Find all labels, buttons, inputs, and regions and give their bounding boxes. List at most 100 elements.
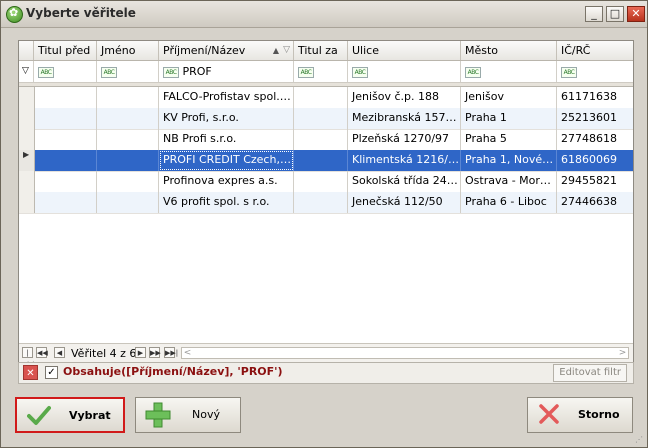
table-row[interactable]: NB Profi s.r.o. Plzeňská 1270/97 Praha 5 27… (19, 129, 633, 151)
cell-mesto[interactable]: Jenišov (461, 87, 557, 108)
filter-cell-titul-pred[interactable]: ABC (34, 61, 97, 82)
filter-cell-nazev[interactable]: ABC PROF (159, 61, 294, 82)
table-row[interactable]: KV Profi, s.r.o. Mezibranská 1579/4 Praha … (19, 108, 633, 130)
cell-titul_za[interactable] (294, 150, 348, 171)
table-row[interactable]: ▶ PROFI CREDIT Czech, ... Klimentská 1216/… (19, 150, 633, 172)
contains-operator-icon[interactable]: ABC (352, 66, 368, 78)
filter-cell-titul-za[interactable]: ABC (294, 61, 348, 82)
maximize-button[interactable]: □ (606, 6, 624, 22)
scroll-left-icon[interactable]: < (182, 348, 193, 358)
cell-nazev[interactable]: FALCO-Profistav spol. s... (159, 87, 294, 108)
column-header-nazev[interactable]: Příjmení/Název ▲ ▽ (159, 41, 294, 60)
column-filter-icon[interactable]: ▽ (283, 41, 290, 60)
contains-operator-icon[interactable]: ABC (101, 66, 117, 78)
row-indicator[interactable] (19, 87, 35, 108)
filter-cell-ulice[interactable]: ABC (348, 61, 461, 82)
resize-grip-icon[interactable]: ⋰ (635, 435, 645, 445)
cell-ic[interactable]: 27446638 (557, 192, 633, 213)
cell-ic[interactable]: 27748618 (557, 129, 633, 150)
cancel-button[interactable]: Storno (527, 397, 633, 433)
column-header-ulice[interactable]: Ulice (348, 41, 461, 60)
new-button[interactable]: Nový (135, 397, 241, 433)
cell-mesto[interactable]: Praha 1, Nové ... (461, 150, 557, 171)
cell-nazev[interactable]: NB Profi s.r.o. (159, 129, 294, 150)
column-header-titul-za[interactable]: Titul za (294, 41, 348, 60)
edit-filter-button[interactable]: Editovat filtr (553, 364, 627, 382)
cell-jmeno[interactable] (97, 108, 159, 129)
cell-nazev[interactable]: PROFI CREDIT Czech, ... (159, 150, 294, 171)
cell-mesto[interactable]: Praha 6 - Liboc (461, 192, 557, 213)
cell-mesto[interactable]: Praha 1 (461, 108, 557, 129)
table-row[interactable]: Profinova expres a.s. Sokolská třída 244/… (19, 171, 633, 193)
row-indicator[interactable]: ▶ (19, 150, 35, 171)
select-button[interactable]: Vybrat (15, 397, 125, 433)
next-record-icon[interactable]: ▶ (135, 347, 146, 358)
cell-titul_za[interactable] (294, 192, 348, 213)
cell-ic[interactable]: 61860069 (557, 150, 633, 171)
horizontal-scrollbar[interactable]: < > (181, 347, 629, 359)
sort-ascending-icon: ▲ (272, 46, 279, 55)
row-indicator[interactable] (19, 108, 35, 129)
filter-cell-mesto[interactable]: ABC (461, 61, 557, 82)
close-button[interactable]: ✕ (627, 6, 645, 22)
cell-titul_pred[interactable] (34, 129, 97, 150)
column-header-jmeno[interactable]: Jméno (97, 41, 159, 60)
filter-expression[interactable]: Obsahuje([Příjmení/Název], 'PROF') (63, 365, 283, 378)
column-header-mesto[interactable]: Město (461, 41, 557, 60)
last-record-icon[interactable]: ▶▶| (164, 347, 178, 358)
cell-titul_za[interactable] (294, 129, 348, 150)
filter-enabled-checkbox[interactable]: ✓ (45, 366, 58, 379)
first-record-icon[interactable]: |◀◀ (22, 347, 34, 368)
cell-nazev[interactable]: Profinova expres a.s. (159, 171, 294, 192)
cell-nazev[interactable]: V6 profit spol. s r.o. (159, 192, 294, 213)
cell-ulice[interactable]: Mezibranská 1579/4 (348, 108, 461, 129)
cell-ulice[interactable]: Jenišov č.p. 188 (348, 87, 461, 108)
cell-titul_za[interactable] (294, 108, 348, 129)
title-bar[interactable]: Vyberte věřitele _ □ ✕ (1, 1, 647, 28)
contains-operator-icon[interactable]: ABC (38, 66, 54, 78)
cell-ic[interactable]: 61171638 (557, 87, 633, 108)
scroll-right-icon[interactable]: > (617, 348, 628, 358)
table-row[interactable]: FALCO-Profistav spol. s... Jenišov č.p. 1… (19, 87, 633, 109)
previous-record-icon[interactable]: ◀ (54, 347, 65, 358)
cell-jmeno[interactable] (97, 192, 159, 213)
row-indicator[interactable] (19, 171, 35, 192)
cell-titul_pred[interactable] (34, 192, 97, 213)
contains-operator-icon[interactable]: ABC (561, 66, 577, 78)
column-header-titul-pred[interactable]: Titul před (34, 41, 97, 60)
cell-jmeno[interactable] (97, 129, 159, 150)
row-indicator[interactable] (19, 192, 35, 213)
cell-jmeno[interactable] (97, 87, 159, 108)
cell-ulice[interactable]: Sokolská třída 244/27 (348, 171, 461, 192)
contains-operator-icon[interactable]: ABC (298, 66, 314, 78)
minimize-button[interactable]: _ (585, 6, 603, 22)
contains-operator-icon[interactable]: ABC (465, 66, 481, 78)
creditors-grid[interactable]: Titul před Jméno Příjmení/Název ▲ ▽ Titu… (18, 40, 634, 368)
cell-ulice[interactable]: Plzeňská 1270/97 (348, 129, 461, 150)
cell-titul_za[interactable] (294, 171, 348, 192)
filter-cell-jmeno[interactable]: ABC (97, 61, 159, 82)
cell-titul_pred[interactable] (34, 150, 97, 171)
column-header-ic[interactable]: IČ/RČ (557, 41, 633, 60)
cell-nazev[interactable]: KV Profi, s.r.o. (159, 108, 294, 129)
next-page-icon[interactable]: ▶▶ (149, 347, 161, 358)
cell-ulice[interactable]: Klimentská 1216/46 (348, 150, 461, 171)
table-row[interactable]: V6 profit spol. s r.o. Jenečská 112/50 Pra… (19, 192, 633, 214)
cell-mesto[interactable]: Praha 5 (461, 129, 557, 150)
contains-operator-icon[interactable]: ABC (163, 66, 179, 78)
cell-titul_pred[interactable] (34, 87, 97, 108)
cell-ic[interactable]: 29455821 (557, 171, 633, 192)
cell-titul_za[interactable] (294, 87, 348, 108)
previous-page-icon[interactable]: ◀◀ (36, 347, 48, 358)
filter-nazev-value[interactable]: PROF (183, 65, 212, 78)
cell-ulice[interactable]: Jenečská 112/50 (348, 192, 461, 213)
cell-ic[interactable]: 25213601 (557, 108, 633, 129)
clear-filter-icon[interactable]: ✕ (23, 365, 38, 380)
cell-titul_pred[interactable] (34, 108, 97, 129)
cell-jmeno[interactable] (97, 150, 159, 171)
cell-titul_pred[interactable] (34, 171, 97, 192)
cell-jmeno[interactable] (97, 171, 159, 192)
cell-mesto[interactable]: Ostrava - Mora... (461, 171, 557, 192)
row-indicator[interactable] (19, 129, 35, 150)
filter-cell-ic[interactable]: ABC (557, 61, 633, 82)
